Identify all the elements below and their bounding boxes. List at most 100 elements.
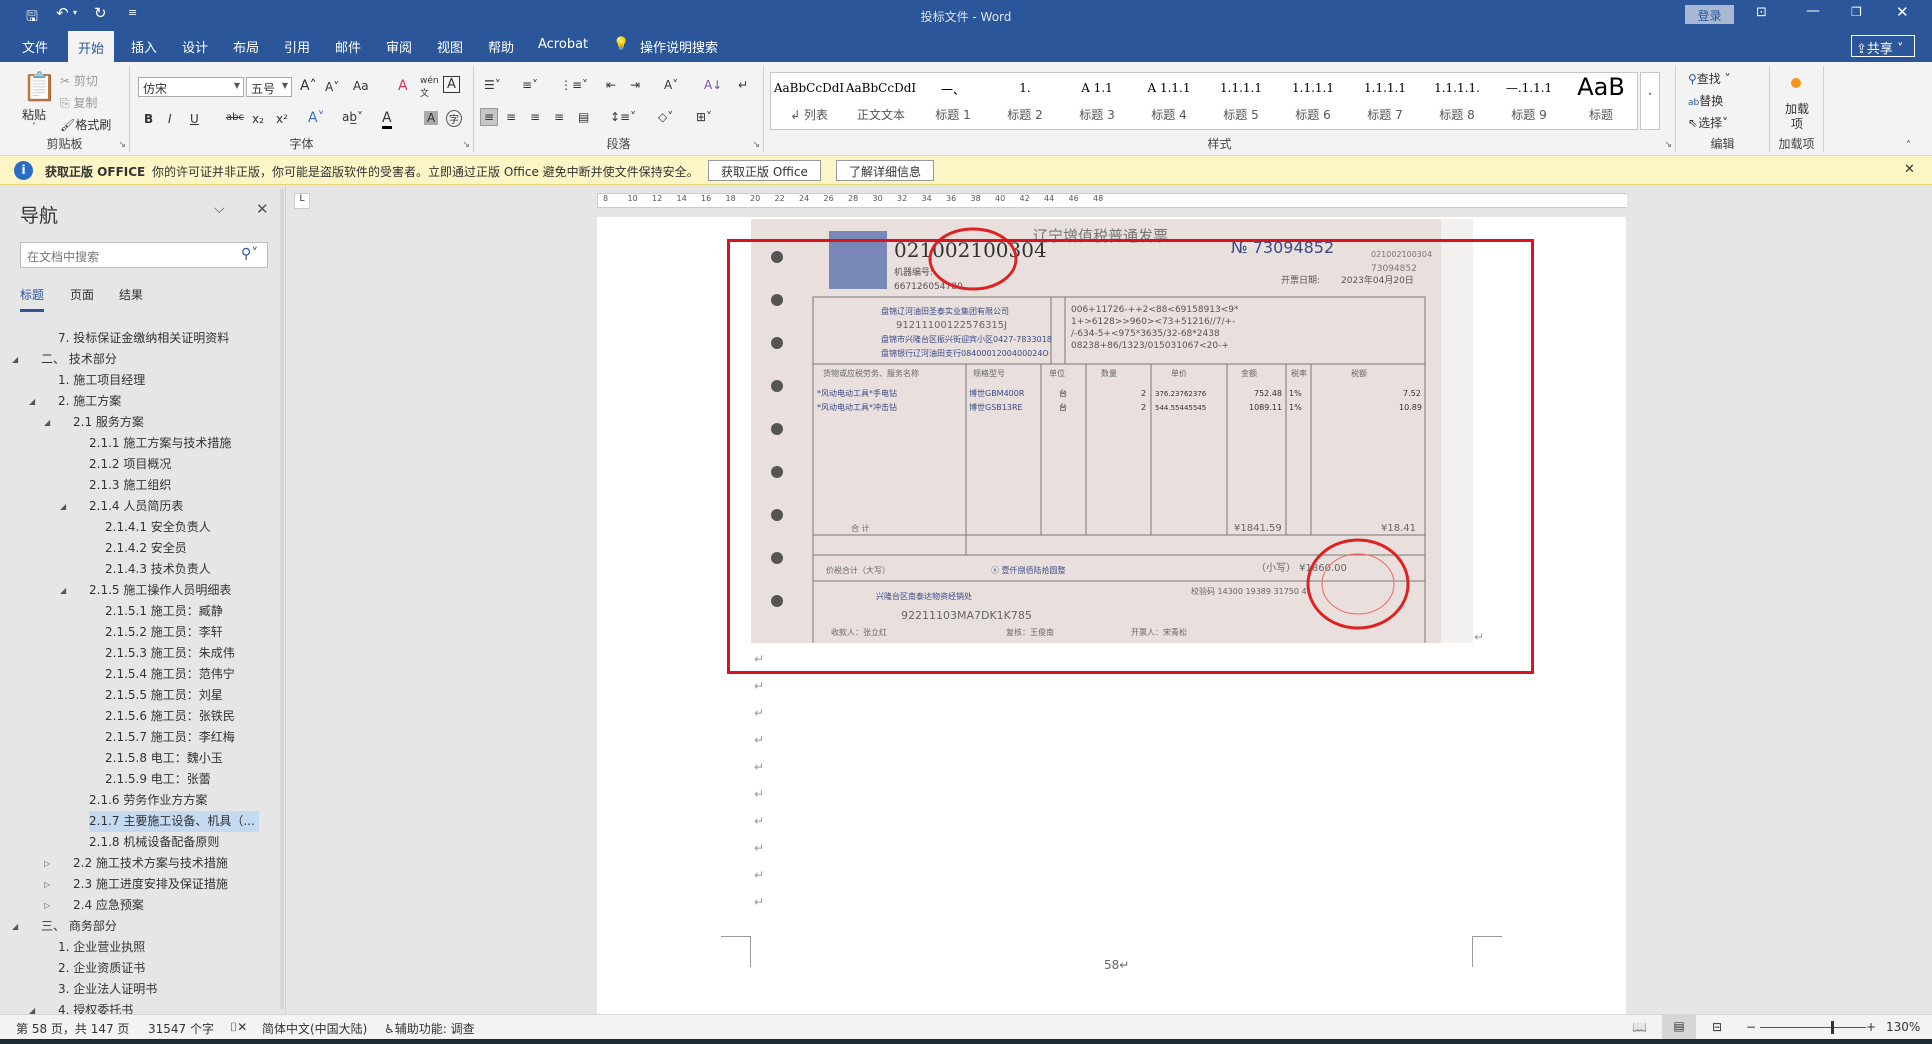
underline-button[interactable]: U — [190, 112, 199, 126]
collapse-ribbon-icon[interactable]: ˄ — [1906, 140, 1911, 151]
zoom-in-button[interactable]: + — [1866, 1020, 1876, 1034]
nav-heading-item[interactable]: 2.1.5.6 施工员：张铁民 — [0, 706, 280, 727]
expand-icon[interactable]: ▷ — [44, 853, 50, 874]
collapse-icon[interactable]: ◢ — [60, 496, 66, 517]
expand-icon[interactable]: ▷ — [44, 874, 50, 895]
tab-selector-icon[interactable]: L — [294, 193, 310, 209]
page-count[interactable]: 第 58 页，共 147 页 — [16, 1020, 129, 1037]
styles-dialog-launcher-icon[interactable]: ↘ — [1664, 140, 1672, 150]
increase-indent-icon[interactable]: ⇥ — [630, 78, 640, 92]
clear-formatting-icon[interactable]: A — [398, 78, 408, 94]
font-color-icon[interactable]: A — [382, 110, 392, 129]
nav-heading-item[interactable]: 3. 企业法人证明书 — [0, 979, 280, 1000]
nav-heading-item[interactable]: ▷ 2.4 应急预案 — [0, 895, 280, 916]
nav-heading-item[interactable]: ◢ 二、 技术部分 — [0, 349, 280, 370]
shading-icon[interactable]: ◇˅ — [658, 110, 673, 124]
tab-insert[interactable]: 插入 — [131, 37, 157, 56]
nav-heading-item[interactable]: 2.1.7 主要施工设备、机具（... — [0, 811, 280, 832]
nav-heading-item[interactable]: ◢ 2.1 服务方案 — [0, 412, 280, 433]
justify-button[interactable]: ≡ — [554, 110, 564, 124]
collapse-icon[interactable]: ◢ — [12, 916, 18, 937]
get-genuine-office-button[interactable]: 获取正版 Office — [708, 160, 821, 181]
ribbon-display-options-icon[interactable]: ⊡ — [1756, 5, 1767, 20]
nav-heading-item[interactable]: 2.1.5.5 施工员：刘星 — [0, 685, 280, 706]
style-item[interactable]: 1. 标题 2 — [989, 73, 1061, 129]
font-size-combo[interactable]: 五号 ▼ — [246, 77, 292, 97]
collapse-icon[interactable]: ◢ — [29, 391, 35, 412]
nav-heading-item[interactable]: 2.1.4.2 安全员 — [0, 538, 280, 559]
nav-search-input[interactable]: 在文档中搜索 ⚲˅ — [20, 242, 268, 268]
nav-heading-item[interactable]: 2.1.4.1 安全负责人 — [0, 517, 280, 538]
nav-heading-item[interactable]: ◢ 4. 授权委托书 — [0, 1000, 280, 1014]
style-item[interactable]: AaB 标题 — [1565, 73, 1637, 129]
language[interactable]: 简体中文(中国大陆) — [262, 1020, 367, 1037]
close-button[interactable]: ✕ — [1896, 3, 1909, 21]
nav-heading-item[interactable]: 2.1.6 劳务作业方方案 — [0, 790, 280, 811]
nav-heading-item[interactable]: 2.1.2 项目概况 — [0, 454, 280, 475]
strikethrough-button[interactable]: abc — [226, 112, 244, 123]
styles-more-button[interactable]: ˅ — [1640, 72, 1660, 130]
share-button[interactable]: ⇪共享 ˅ — [1851, 35, 1915, 57]
nav-heading-item[interactable]: 2.1.5.4 施工员：范伟宁 — [0, 664, 280, 685]
zoom-slider-thumb[interactable] — [1831, 1021, 1835, 1034]
style-item[interactable]: 1.1.1.1 标题 7 — [1349, 73, 1421, 129]
phonetic-guide-icon[interactable]: wén 文 — [420, 76, 439, 99]
tab-home[interactable]: 开始 — [68, 31, 115, 62]
style-item[interactable]: AaBbCcDdI ↲ 列表 — [773, 73, 845, 129]
nav-heading-item[interactable]: 2.1.4.3 技术负责人 — [0, 559, 280, 580]
expand-icon[interactable]: ▷ — [44, 895, 50, 916]
nav-heading-item[interactable]: 2. 企业资质证书 — [0, 958, 280, 979]
nav-heading-item[interactable]: ◢ 2. 施工方案 — [0, 391, 280, 412]
tab-design[interactable]: 设计 — [182, 37, 208, 56]
align-right-button[interactable]: ≡ — [530, 110, 540, 124]
align-left-button[interactable]: ≡ — [480, 108, 499, 126]
paste-dropdown-icon[interactable]: ˅ — [32, 122, 36, 131]
nav-heading-item[interactable]: 2.1.1 施工方案与技术措施 — [0, 433, 280, 454]
nav-heading-item[interactable]: ◢ 2.1.4 人员简历表 — [0, 496, 280, 517]
dialog-launcher-icon[interactable]: ↘ — [118, 140, 126, 150]
paste-button[interactable]: 粘贴 — [22, 106, 46, 123]
character-border-icon[interactable]: A — [443, 76, 460, 93]
line-spacing-icon[interactable]: ↕≡˅ — [610, 110, 636, 124]
character-shading-icon[interactable]: A — [424, 111, 439, 125]
nav-tab-headings[interactable]: 标题 — [20, 286, 45, 312]
print-layout-icon[interactable]: ▤ — [1662, 1015, 1696, 1039]
zoom-slider[interactable] — [1760, 1027, 1866, 1028]
superscript-button[interactable]: x² — [276, 112, 288, 126]
nav-heading-item[interactable]: ◢ 三、 商务部分 — [0, 916, 280, 937]
enclose-characters-icon[interactable]: 字 — [446, 110, 462, 127]
italic-button[interactable]: I — [168, 112, 172, 126]
copy-button[interactable]: ⎘ 复制 — [60, 94, 97, 111]
nav-heading-item[interactable]: 2.1.5.1 施工员：臧静 — [0, 601, 280, 622]
word-count[interactable]: 31547 个字 — [148, 1020, 214, 1037]
web-layout-icon[interactable]: ⊟ — [1712, 1020, 1722, 1034]
style-item[interactable]: —.1.1.1 标题 9 — [1493, 73, 1565, 129]
zoom-out-button[interactable]: − — [1746, 1020, 1756, 1034]
decrease-indent-icon[interactable]: ⇤ — [606, 78, 616, 92]
nav-heading-item[interactable]: 2.1.8 机械设备配备原则 — [0, 832, 280, 853]
numbering-icon[interactable]: ≡˅ — [522, 78, 538, 92]
style-item[interactable]: 一、 标题 1 — [917, 73, 989, 129]
zoom-level[interactable]: 130% — [1886, 1020, 1920, 1034]
paste-icon[interactable]: 📋 — [22, 70, 57, 103]
show-marks-icon[interactable]: ↵ — [738, 78, 748, 92]
read-mode-icon[interactable]: 📖 — [1632, 1020, 1647, 1034]
nav-heading-item[interactable]: 2.1.3 施工组织 — [0, 475, 280, 496]
login-button[interactable]: 登录 — [1685, 5, 1734, 24]
tell-me-search[interactable]: 操作说明搜索 — [640, 37, 718, 56]
tab-help[interactable]: 帮助 — [488, 37, 514, 56]
collapse-icon[interactable]: ◢ — [12, 349, 18, 370]
restore-button[interactable]: ❐ — [1851, 5, 1862, 19]
nav-heading-item[interactable]: 7. 投标保证金缴纳相关证明资料 — [0, 328, 280, 349]
accessibility-status[interactable]: ♿辅助功能: 调查 — [384, 1020, 475, 1037]
style-item[interactable]: 1.1.1.1 标题 6 — [1277, 73, 1349, 129]
tab-review[interactable]: 审阅 — [386, 37, 412, 56]
addins-button[interactable]: 加载项 — [1782, 102, 1812, 132]
nav-heading-item[interactable]: 1. 企业营业执照 — [0, 937, 280, 958]
tab-mailings[interactable]: 邮件 — [335, 37, 361, 56]
subscript-button[interactable]: x₂ — [252, 112, 264, 126]
replace-button[interactable]: ab替换 — [1688, 92, 1723, 109]
nav-heading-item[interactable]: 2.1.5.7 施工员：李红梅 — [0, 727, 280, 748]
format-painter-button[interactable]: 🖌格式刷 — [60, 116, 111, 133]
bold-button[interactable]: B — [144, 112, 153, 126]
